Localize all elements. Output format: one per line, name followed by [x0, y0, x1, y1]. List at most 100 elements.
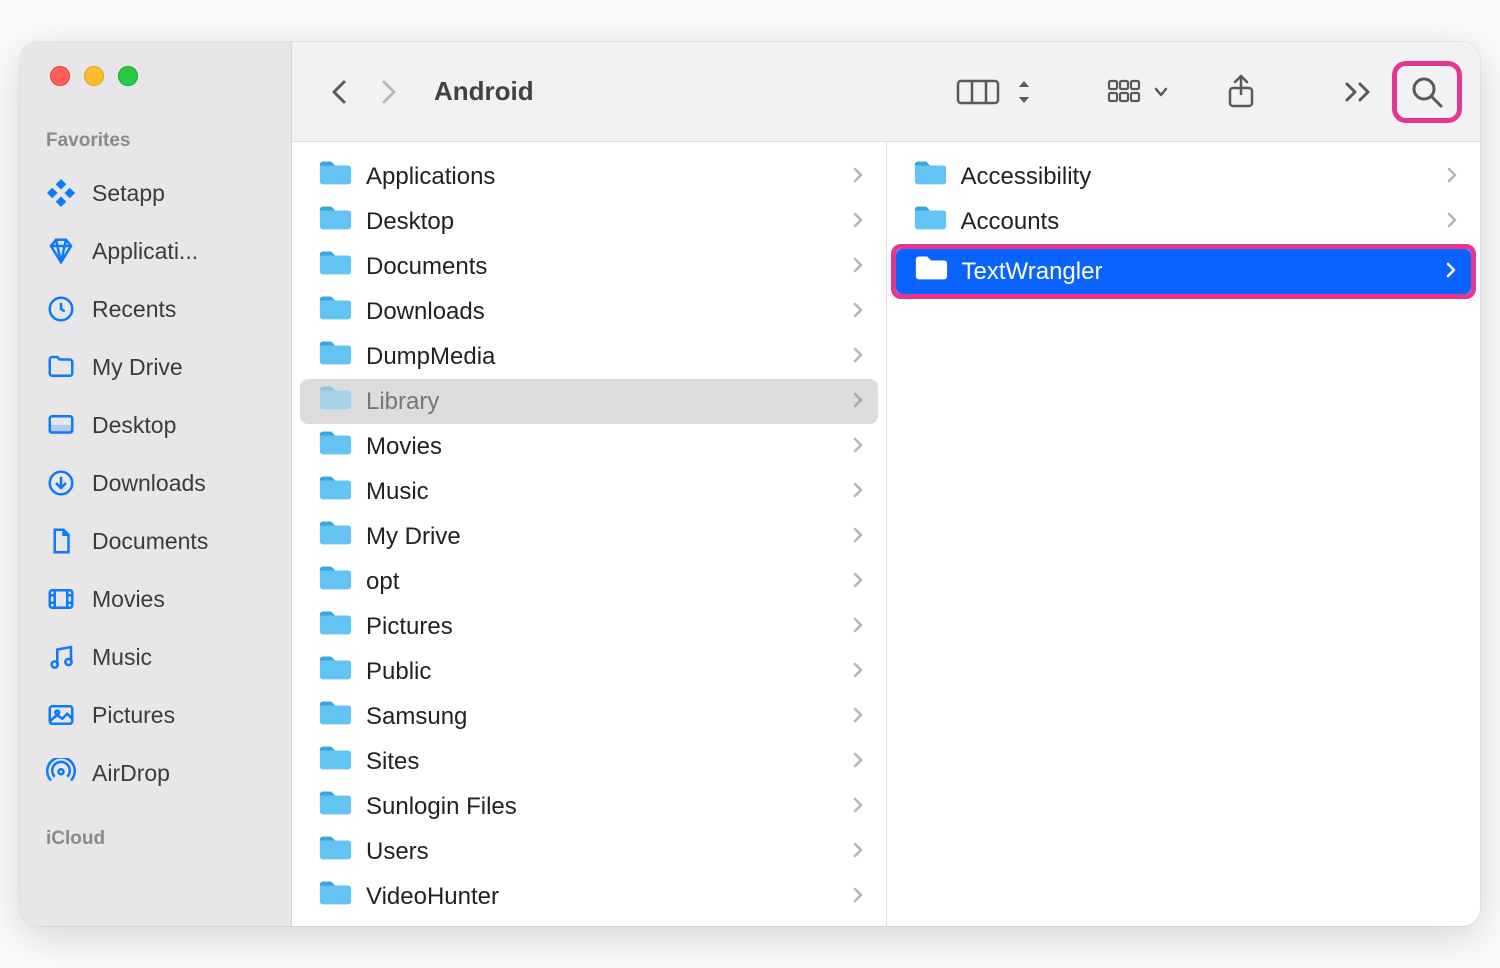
chevron-right-icon — [852, 703, 864, 731]
sidebar-item-mydrive[interactable]: My Drive — [20, 338, 291, 396]
setapp-icon — [46, 178, 76, 208]
main-area: Android — [292, 42, 1480, 926]
chevron-right-icon — [852, 478, 864, 506]
folder-icon — [318, 564, 352, 599]
folder-icon — [318, 429, 352, 464]
view-columns-button[interactable] — [946, 68, 1010, 116]
back-button[interactable] — [320, 68, 360, 116]
zoom-window-button[interactable] — [118, 66, 138, 86]
folder-label: Music — [366, 478, 838, 506]
folder-row[interactable]: Users — [300, 829, 878, 874]
chevron-right-icon — [1445, 258, 1457, 286]
folder-icon — [318, 519, 352, 554]
sidebar-item-downloads[interactable]: Downloads — [20, 454, 291, 512]
folder-row[interactable]: VideoHunter — [300, 874, 878, 919]
sidebar-item-movies[interactable]: Movies — [20, 570, 291, 628]
folder-row[interactable]: Accessibility — [895, 154, 1473, 199]
folder-icon — [318, 789, 352, 824]
folder-icon — [318, 609, 352, 644]
sidebar-item-setapp[interactable]: Setapp — [20, 164, 291, 222]
folder-row[interactable]: Samsung — [300, 694, 878, 739]
chevron-right-icon — [852, 388, 864, 416]
download-icon — [46, 468, 76, 498]
sidebar-item-label: My Drive — [92, 354, 265, 381]
chevron-right-icon — [852, 433, 864, 461]
music-icon — [46, 642, 76, 672]
forward-button[interactable] — [368, 68, 408, 116]
finder-window: Favorites Setapp Applicati... Recents My… — [20, 42, 1480, 926]
minimize-window-button[interactable] — [84, 66, 104, 86]
folder-row[interactable]: Sites — [300, 739, 878, 784]
group-grid-icon — [1106, 77, 1152, 107]
share-button[interactable] — [1216, 68, 1266, 116]
search-button[interactable] — [1399, 68, 1455, 116]
view-switcher-menu[interactable] — [1016, 68, 1040, 116]
folder-row[interactable]: opt — [300, 559, 878, 604]
movies-icon — [46, 584, 76, 614]
column-1[interactable]: Accessibility Accounts TextWrangler — [887, 142, 1481, 926]
search-icon — [1407, 72, 1447, 112]
folder-icon — [914, 254, 948, 289]
sidebar-item-label: Music — [92, 644, 265, 671]
folder-row[interactable]: Documents — [300, 244, 878, 289]
folder-row[interactable]: Sunlogin Files — [300, 784, 878, 829]
sidebar-item-label: Applicati... — [92, 238, 265, 265]
folder-label: Desktop — [366, 208, 838, 236]
chevron-right-icon — [852, 343, 864, 371]
airdrop-icon — [46, 758, 76, 788]
sidebar-section-icloud: iCloud — [20, 802, 291, 862]
folder-row[interactable]: Music — [300, 469, 878, 514]
folder-row[interactable]: Movies — [300, 424, 878, 469]
chevron-left-icon — [328, 74, 352, 110]
folder-icon — [318, 834, 352, 869]
folder-icon — [318, 204, 352, 239]
folder-label: Documents — [366, 253, 838, 281]
folder-row[interactable]: Downloads — [300, 289, 878, 334]
folder-icon — [913, 204, 947, 239]
folder-icon — [318, 879, 352, 914]
folder-icon — [318, 339, 352, 374]
sidebar-item-applications[interactable]: Applicati... — [20, 222, 291, 280]
folder-icon — [318, 699, 352, 734]
column-0[interactable]: Applications Desktop Documents Downloads… — [292, 142, 887, 926]
close-window-button[interactable] — [50, 66, 70, 86]
sidebar-item-pictures[interactable]: Pictures — [20, 686, 291, 744]
folder-label: Public — [366, 658, 838, 686]
chevron-right-icon — [852, 613, 864, 641]
toolbar-more-button[interactable] — [1334, 68, 1384, 116]
folder-label: opt — [366, 568, 838, 596]
folder-icon — [318, 744, 352, 779]
folder-row[interactable]: My Drive — [300, 514, 878, 559]
folder-icon — [318, 384, 352, 419]
pictures-icon — [46, 700, 76, 730]
sidebar-item-airdrop[interactable]: AirDrop — [20, 744, 291, 802]
folder-label: Sunlogin Files — [366, 793, 838, 821]
toolbar: Android — [292, 42, 1480, 142]
folder-row[interactable]: DumpMedia — [300, 334, 878, 379]
up-down-chevron-icon — [1016, 77, 1032, 107]
group-by-button[interactable] — [1098, 68, 1178, 116]
folder-row[interactable]: Library — [300, 379, 878, 424]
folder-row[interactable]: Applications — [300, 154, 878, 199]
folder-row[interactable]: Accounts — [895, 199, 1473, 244]
sidebar-item-label: Recents — [92, 296, 265, 323]
chevron-right-icon — [1446, 163, 1458, 191]
selection-highlight: TextWrangler — [891, 244, 1477, 299]
search-highlight — [1392, 61, 1462, 123]
sidebar-item-music[interactable]: Music — [20, 628, 291, 686]
folder-row[interactable]: Public — [300, 649, 878, 694]
folder-row[interactable]: Desktop — [300, 199, 878, 244]
sidebar-item-recents[interactable]: Recents — [20, 280, 291, 338]
folder-icon — [318, 654, 352, 689]
sidebar-item-desktop[interactable]: Desktop — [20, 396, 291, 454]
folder-label: Downloads — [366, 298, 838, 326]
folder-label: VideoHunter — [366, 883, 838, 911]
sidebar-item-documents[interactable]: Documents — [20, 512, 291, 570]
folder-row[interactable]: TextWrangler — [896, 249, 1472, 294]
chevron-right-icon — [852, 568, 864, 596]
folder-icon — [318, 294, 352, 329]
folder-row[interactable]: Pictures — [300, 604, 878, 649]
folder-label: DumpMedia — [366, 343, 838, 371]
chevron-right-icon — [852, 208, 864, 236]
window-controls — [20, 66, 291, 124]
